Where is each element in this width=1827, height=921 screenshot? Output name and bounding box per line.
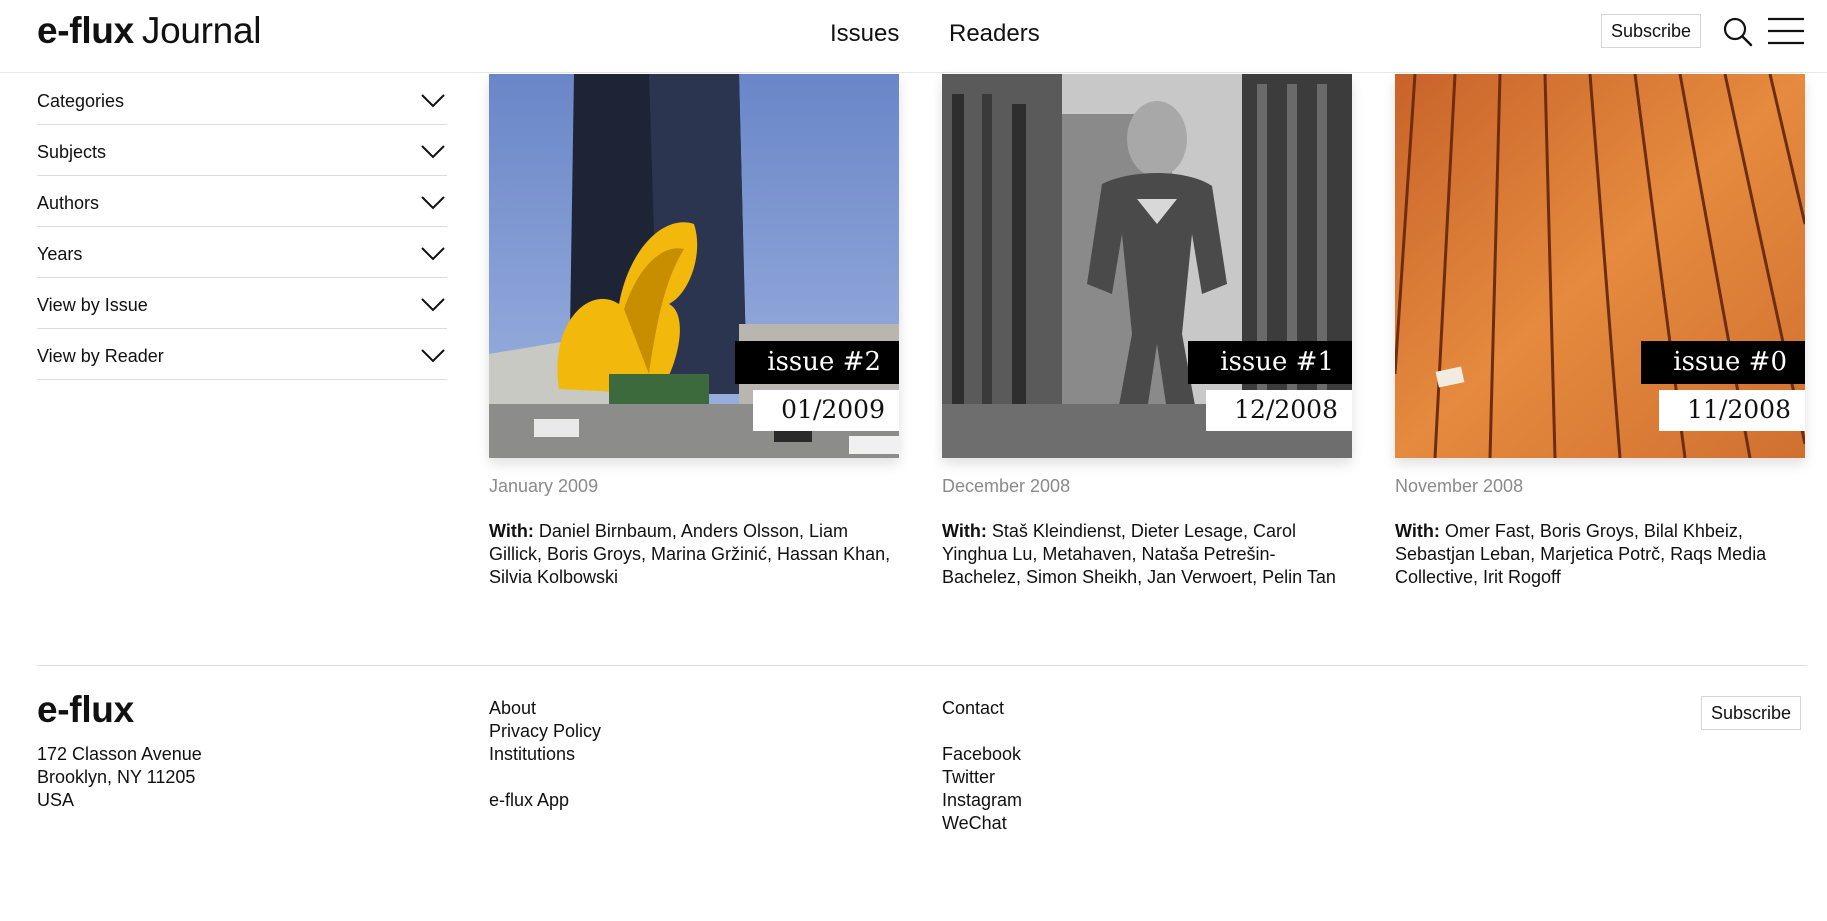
address-line: 172 Classon Avenue xyxy=(37,744,202,764)
filter-label: View by Issue xyxy=(37,294,148,315)
footer-link-about[interactable]: About xyxy=(489,697,601,720)
contributor-list[interactable]: Daniel Birnbaum, Anders Olsson, Liam Gil… xyxy=(489,521,890,587)
chevron-down-icon[interactable] xyxy=(421,94,445,108)
search-icon[interactable] xyxy=(1722,16,1754,48)
filter-subjects[interactable]: Subjects xyxy=(37,125,447,176)
issue-contributors: With: Staš Kleindienst, Dieter Lesage, C… xyxy=(942,520,1352,589)
footer-subscribe-button[interactable]: Subscribe xyxy=(1701,696,1802,730)
issue-card[interactable]: issue #2 01/2009 January 2009 With: Dani… xyxy=(489,74,899,589)
filter-authors[interactable]: Authors xyxy=(37,176,447,227)
footer-link-institutions[interactable]: Institutions xyxy=(489,743,601,766)
contributor-list[interactable]: Staš Kleindienst, Dieter Lesage, Carol Y… xyxy=(942,521,1336,587)
issue-date: November 2008 xyxy=(1395,476,1524,496)
logo-journal: Journal xyxy=(141,10,262,51)
contributor-list[interactable]: Omer Fast, Boris Groys, Bilal Khbeiz, Se… xyxy=(1395,521,1766,587)
footer-link-privacy-policy[interactable]: Privacy Policy xyxy=(489,720,601,743)
footer-link-contact[interactable]: Contact xyxy=(942,697,1022,720)
chevron-down-icon[interactable] xyxy=(421,298,445,312)
footer-link-wechat[interactable]: WeChat xyxy=(942,812,1022,835)
chevron-down-icon[interactable] xyxy=(421,196,445,210)
issue-date: January 2009 xyxy=(489,476,599,496)
filter-label: Authors xyxy=(37,192,100,213)
issue-cover-image[interactable]: issue #0 11/2008 xyxy=(1395,74,1805,458)
nav-issues[interactable]: Issues xyxy=(830,20,899,48)
address-line: Brooklyn, NY 11205 xyxy=(37,767,196,787)
issue-card[interactable]: issue #0 11/2008 November 2008 With: Ome… xyxy=(1395,74,1805,589)
site-logo[interactable]: e-flux Journal xyxy=(37,10,261,52)
site-header: e-flux Journal Issues Readers Subscribe xyxy=(0,0,1827,73)
with-label: With: xyxy=(1395,521,1440,541)
filter-years[interactable]: Years xyxy=(37,227,447,278)
issue-contributors: With: Daniel Birnbaum, Anders Olsson, Li… xyxy=(489,520,899,589)
footer-links-column: Contact Facebook Twitter Instagram WeCha… xyxy=(942,697,1022,835)
issue-cover-image[interactable]: issue #1 12/2008 xyxy=(942,74,1352,458)
footer-logo[interactable]: e-flux xyxy=(37,689,134,731)
issue-cover-image[interactable]: issue #2 01/2009 xyxy=(489,74,899,458)
footer-address: 172 Classon Avenue Brooklyn, NY 11205 US… xyxy=(37,743,202,812)
issue-number-tag: issue #0 xyxy=(1641,341,1805,384)
chevron-down-icon[interactable] xyxy=(421,247,445,261)
filter-view-by-reader[interactable]: View by Reader xyxy=(37,329,447,380)
filter-view-by-issue[interactable]: View by Issue xyxy=(37,278,447,329)
nav-readers[interactable]: Readers xyxy=(949,20,1040,48)
with-label: With: xyxy=(942,521,987,541)
issue-date-tag: 11/2008 xyxy=(1659,390,1805,431)
address-line: USA xyxy=(37,790,75,810)
chevron-down-icon[interactable] xyxy=(421,349,445,363)
filter-label: Categories xyxy=(37,90,125,111)
issue-number-tag: issue #2 xyxy=(735,341,899,384)
filter-sidebar: Categories Subjects Authors Years View b… xyxy=(37,74,447,380)
issue-date-tag: 12/2008 xyxy=(1206,390,1352,431)
footer-link-twitter[interactable]: Twitter xyxy=(942,766,1022,789)
filter-label: Subjects xyxy=(37,141,107,162)
issue-date: December 2008 xyxy=(942,476,1071,496)
footer-link-app[interactable]: e-flux App xyxy=(489,789,601,812)
footer-divider xyxy=(37,665,1807,666)
chevron-down-icon[interactable] xyxy=(421,145,445,159)
issue-contributors: With: Omer Fast, Boris Groys, Bilal Khbe… xyxy=(1395,520,1805,589)
filter-label: View by Reader xyxy=(37,345,164,366)
filter-categories[interactable]: Categories xyxy=(37,74,447,125)
issue-number-tag: issue #1 xyxy=(1188,341,1352,384)
footer-links-column: About Privacy Policy Institutions e-flux… xyxy=(489,697,601,812)
logo-brand: e-flux xyxy=(37,10,134,51)
footer-link-instagram[interactable]: Instagram xyxy=(942,789,1022,812)
with-label: With: xyxy=(489,521,534,541)
footer-link-facebook[interactable]: Facebook xyxy=(942,743,1022,766)
subscribe-button[interactable]: Subscribe xyxy=(1601,14,1702,48)
filter-label: Years xyxy=(37,243,83,264)
issue-card[interactable]: issue #1 12/2008 December 2008 With: Sta… xyxy=(942,74,1352,589)
issue-date-tag: 01/2009 xyxy=(753,390,899,431)
menu-icon[interactable] xyxy=(1768,17,1804,45)
